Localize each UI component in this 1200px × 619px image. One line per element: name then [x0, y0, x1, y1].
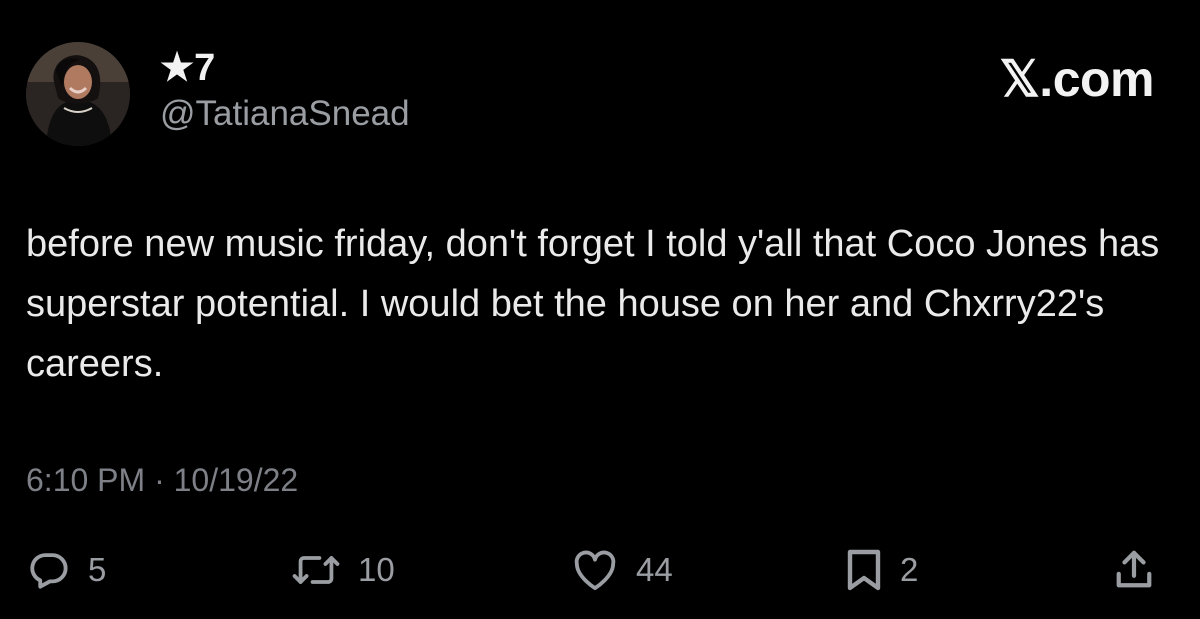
bookmark-button[interactable]: 2 [846, 538, 918, 602]
share-button[interactable] [1114, 538, 1154, 602]
like-count: 44 [636, 551, 673, 588]
repost-count: 10 [358, 551, 395, 588]
bookmark-count: 2 [900, 551, 919, 588]
action-bar: 5 10 44 2 [0, 538, 1200, 602]
share-icon [1114, 549, 1154, 591]
like-button[interactable]: 44 [572, 538, 673, 602]
reply-count: 5 [88, 551, 107, 588]
brand-logo: 𝕏.com [999, 51, 1155, 107]
user-handle[interactable]: @TatianaSnead [160, 94, 410, 134]
avatar[interactable] [26, 42, 130, 146]
reply-icon [28, 549, 70, 591]
avatar-image [26, 42, 130, 146]
heart-icon [572, 549, 618, 591]
repost-button[interactable]: 10 [292, 538, 395, 602]
display-name[interactable]: ★7 [160, 46, 215, 90]
reply-button[interactable]: 5 [28, 538, 106, 602]
tweet-timestamp[interactable]: 6:10 PM · 10/19/22 [26, 460, 298, 500]
tweet-text: before new music friday, don't forget I … [26, 223, 1160, 385]
bookmark-icon [846, 548, 882, 592]
repost-icon [292, 549, 340, 591]
